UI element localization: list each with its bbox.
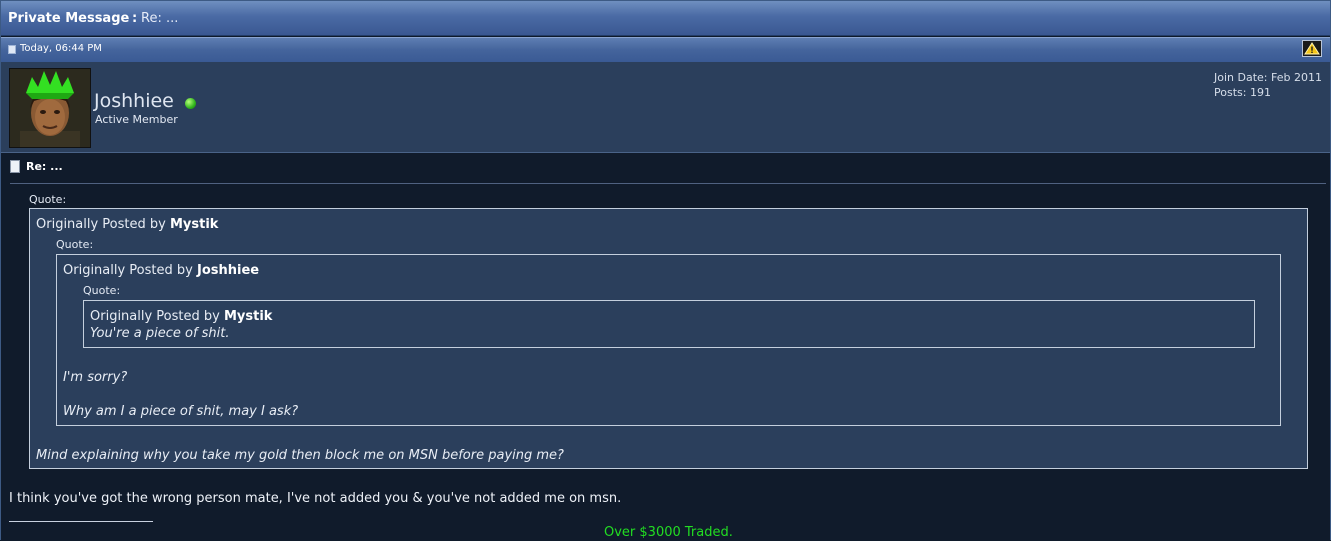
post-date: Today, 06:44 PM bbox=[20, 43, 102, 54]
message-icon bbox=[10, 160, 20, 173]
quote-author: Joshhiee bbox=[196, 263, 260, 278]
user-avatar[interactable] bbox=[9, 68, 91, 148]
message-body: Re: ... Quote: Originally Posted by Myst… bbox=[1, 153, 1330, 541]
subject-text: Re: ... bbox=[26, 160, 63, 173]
quote-block-outer: Originally Posted by Mystik Quote: Origi… bbox=[29, 208, 1308, 469]
quote-block-inner: Originally Posted by Mystik You're a pie… bbox=[83, 300, 1255, 348]
user-stats: Join Date: Feb 2011 Posts: 191 bbox=[1214, 70, 1322, 100]
quote-attribution: Originally Posted by Mystik bbox=[36, 217, 218, 232]
quote-label: Quote: bbox=[83, 284, 121, 297]
online-status-icon bbox=[185, 98, 196, 109]
message-text: I think you've got the wrong person mate… bbox=[9, 491, 622, 506]
quote-prefix: Originally Posted by bbox=[63, 263, 193, 278]
post-date-bar: Today, 06:44 PM bbox=[1, 37, 1330, 62]
post-count: Posts: 191 bbox=[1214, 86, 1271, 99]
message-subject: Re: ... bbox=[10, 160, 63, 173]
quote-author: Mystik bbox=[169, 217, 219, 232]
quote-text: Mind explaining why you take my gold the… bbox=[36, 448, 564, 463]
title-colon: : bbox=[132, 11, 138, 26]
username-link[interactable]: Joshhiee bbox=[94, 90, 174, 112]
quote-attribution: Originally Posted by Joshhiee bbox=[63, 263, 259, 278]
quote-text: Why am I a piece of shit, may I ask? bbox=[63, 404, 299, 419]
join-date: Join Date: Feb 2011 bbox=[1214, 71, 1322, 84]
quote-prefix: Originally Posted by bbox=[36, 217, 166, 232]
quote-text: I'm sorry? bbox=[63, 370, 128, 385]
user-info-panel: Joshhiee Active Member Join Date: Feb 20… bbox=[1, 62, 1330, 153]
pm-window: Private Message : Re: ... Today, 06:44 P… bbox=[0, 0, 1331, 541]
pm-title-subject: Re: ... bbox=[141, 11, 179, 26]
quote-label: Quote: bbox=[29, 193, 67, 206]
post-icon bbox=[8, 45, 16, 54]
quote-text: You're a piece of shit. bbox=[90, 326, 230, 341]
report-warning-icon[interactable] bbox=[1302, 40, 1322, 57]
user-title: Active Member bbox=[95, 113, 178, 126]
divider bbox=[10, 183, 1326, 184]
quote-label: Quote: bbox=[56, 238, 94, 251]
pm-title: Private Message bbox=[8, 11, 130, 26]
quote-attribution: Originally Posted by Mystik bbox=[90, 309, 272, 324]
quote-author: Mystik bbox=[223, 309, 273, 324]
quote-block-middle: Originally Posted by Joshhiee Quote: Ori… bbox=[56, 254, 1281, 426]
signature-divider bbox=[9, 521, 153, 522]
quote-prefix: Originally Posted by bbox=[90, 309, 220, 324]
signature-text: Over $3000 Traded. bbox=[604, 525, 733, 540]
pm-title-bar: Private Message : Re: ... bbox=[1, 1, 1330, 36]
